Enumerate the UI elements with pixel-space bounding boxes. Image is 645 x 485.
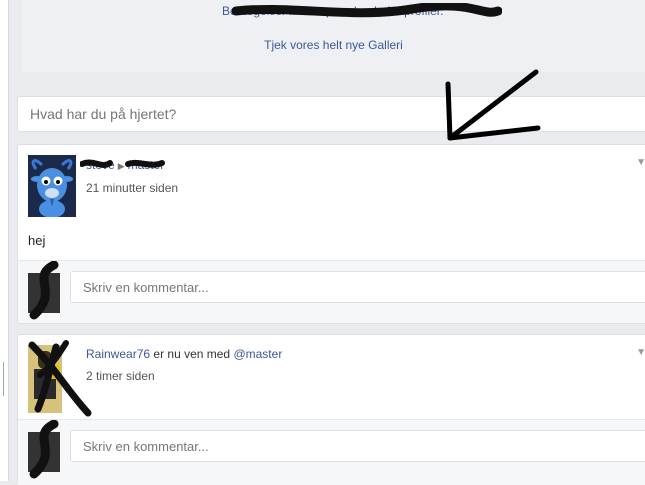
comment-row bbox=[18, 260, 645, 323]
comment-input-wrapper[interactable] bbox=[70, 430, 645, 462]
current-user-avatar bbox=[28, 273, 60, 313]
goat-avatar-icon bbox=[28, 155, 76, 217]
post-header: Rainwear76 er nu ven med @master bbox=[86, 347, 282, 361]
redaction-scribble bbox=[232, 3, 502, 18]
comment-input[interactable] bbox=[71, 272, 645, 302]
author-avatar[interactable] bbox=[28, 155, 76, 217]
comment-input-wrapper[interactable] bbox=[70, 271, 645, 303]
comment-input[interactable] bbox=[71, 431, 645, 461]
status-composer[interactable] bbox=[17, 96, 645, 132]
author-avatar[interactable] bbox=[28, 345, 62, 413]
post-options-chevron-down-icon[interactable]: ▼ bbox=[636, 157, 645, 168]
arrow-right-icon: ▶ bbox=[117, 161, 125, 171]
post-body: hej bbox=[28, 233, 46, 248]
activity-verb: er nu ven med bbox=[153, 347, 231, 361]
post-header: steve ▶ master bbox=[86, 158, 164, 172]
post-timestamp[interactable]: 21 minutter siden bbox=[86, 181, 178, 195]
post-timestamp[interactable]: 2 timer siden bbox=[86, 369, 155, 383]
target-name[interactable]: master bbox=[128, 158, 165, 172]
current-user-avatar bbox=[28, 432, 60, 472]
status-input[interactable] bbox=[18, 97, 645, 131]
annotation-arrow bbox=[445, 69, 541, 141]
user-photo-avatar-icon bbox=[28, 345, 62, 413]
post-options-chevron-down-icon[interactable]: ▼ bbox=[636, 347, 645, 358]
post-card: steve ▶ master 21 minutter siden ▼ hej bbox=[17, 144, 645, 324]
target-name[interactable]: @master bbox=[233, 347, 282, 361]
info-banner: Bevægelser mere spændende for profiler. … bbox=[22, 0, 645, 72]
comment-row bbox=[18, 419, 645, 485]
activity-card: Rainwear76 er nu ven med @master 2 timer… bbox=[17, 334, 645, 485]
author-name[interactable]: steve bbox=[86, 158, 115, 172]
author-name[interactable]: Rainwear76 bbox=[86, 347, 150, 361]
edge-divider bbox=[3, 362, 4, 396]
left-edge-panel bbox=[0, 0, 9, 481]
gallery-link[interactable]: Tjek vores helt nye Galleri bbox=[22, 38, 645, 52]
